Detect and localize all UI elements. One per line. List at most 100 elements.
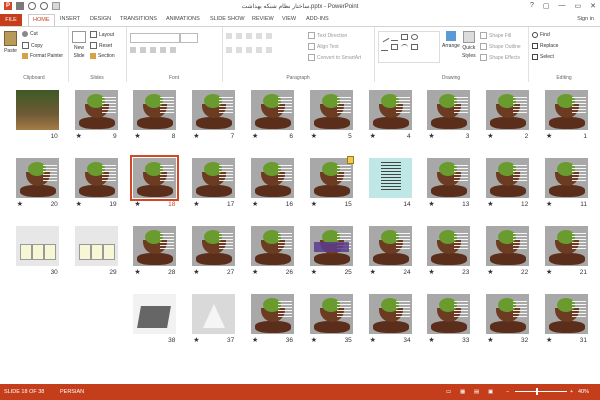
layout-button[interactable]: Layout <box>90 31 114 38</box>
slide-thumbnail[interactable]: ★ 28 <box>133 226 177 276</box>
zoom-slider[interactable] <box>515 388 567 395</box>
animation-star-icon[interactable]: ★ <box>193 132 199 140</box>
close-button[interactable]: ✕ <box>590 2 596 10</box>
bold-icon[interactable] <box>130 47 136 53</box>
increase-indent-icon[interactable] <box>256 33 262 39</box>
slide-thumbnail[interactable]: ★ 23 <box>427 226 471 276</box>
help-icon[interactable]: ? <box>530 2 534 10</box>
animation-star-icon[interactable]: ★ <box>252 336 258 344</box>
animation-star-icon[interactable]: ★ <box>311 336 317 344</box>
normal-view-icon[interactable]: ▭ <box>446 389 451 395</box>
animation-star-icon[interactable]: ★ <box>546 132 552 140</box>
slide-thumbnail[interactable]: ★ 13 <box>427 158 471 208</box>
slide-thumbnail[interactable]: ★ 2 <box>486 90 530 140</box>
find-button[interactable]: Find <box>532 32 550 38</box>
animation-star-icon[interactable]: ★ <box>428 336 434 344</box>
triangle-shape-icon[interactable] <box>381 44 388 51</box>
slide-thumbnail[interactable]: ★ 12 <box>486 158 530 208</box>
animation-star-icon[interactable]: ★ <box>487 132 493 140</box>
slide-thumbnail[interactable]: ★ 6 <box>251 90 294 140</box>
align-right-icon[interactable] <box>246 47 252 53</box>
new-slide-button[interactable]: New Slide <box>72 31 86 59</box>
select-button[interactable]: Select <box>532 54 554 60</box>
animation-star-icon[interactable]: ★ <box>134 132 140 140</box>
slide-sorter-view-icon[interactable]: ▦ <box>460 389 465 395</box>
font-color-icon[interactable] <box>170 47 176 53</box>
tab-animations[interactable]: ANIMATIONS <box>166 16 200 22</box>
arrange-button[interactable]: Arrange <box>442 31 460 49</box>
tab-add-ins[interactable]: ADD-INS <box>306 16 329 22</box>
section-button[interactable]: Section <box>90 53 115 59</box>
animation-star-icon[interactable]: ★ <box>546 268 552 276</box>
animation-star-icon[interactable]: ★ <box>134 268 140 276</box>
block-arrow-shape-icon[interactable] <box>391 44 398 50</box>
slide-thumbnail[interactable]: ★ 3 <box>427 90 471 140</box>
align-text-button[interactable]: Align Text <box>308 43 339 50</box>
slide-thumbnail[interactable]: ★ 20 <box>15 158 59 208</box>
shape-fill-button[interactable]: Shape Fill <box>480 32 511 39</box>
animation-star-icon[interactable]: ★ <box>76 132 82 140</box>
slide-thumbnail[interactable]: ★ 7 <box>192 90 236 140</box>
slide-thumbnail[interactable]: ★ 34 <box>368 294 412 344</box>
slide-thumbnail[interactable]: ★ 35 <box>309 294 353 344</box>
shape-outline-button[interactable]: Shape Outline <box>480 43 521 50</box>
bullets-icon[interactable] <box>226 33 232 39</box>
slide-thumbnail[interactable]: ★ 9 <box>74 90 118 140</box>
tab-review[interactable]: REVIEW <box>252 16 274 22</box>
animation-star-icon[interactable]: ★ <box>17 200 23 208</box>
animation-star-icon[interactable]: ★ <box>311 132 317 140</box>
animation-star-icon[interactable]: ★ <box>428 132 434 140</box>
align-center-icon[interactable] <box>236 47 242 53</box>
language-indicator[interactable]: PERSIAN <box>60 389 84 395</box>
animation-star-icon[interactable]: ★ <box>370 132 376 140</box>
slide-thumbnail[interactable]: ★ 24 <box>368 226 412 276</box>
format-painter-button[interactable]: Format Painter <box>22 53 63 59</box>
animation-star-icon[interactable]: ★ <box>370 336 376 344</box>
animation-star-icon[interactable]: ★ <box>252 200 258 208</box>
animation-star-icon[interactable]: ★ <box>193 200 199 208</box>
tab-transitions[interactable]: TRANSITIONS <box>120 16 157 22</box>
zoom-out-button[interactable]: − <box>506 389 509 395</box>
slide-thumbnail[interactable]: 38 <box>133 294 177 344</box>
slide-thumbnail[interactable]: ★ 32 <box>486 294 530 344</box>
quick-styles-button[interactable]: Quick Styles <box>462 31 476 59</box>
animation-star-icon[interactable]: ★ <box>193 336 199 344</box>
slide-thumbnail[interactable]: 10 <box>15 90 59 140</box>
slide-thumbnail[interactable]: ★ 33 <box>427 294 471 344</box>
star-shape-icon[interactable] <box>411 44 418 50</box>
reset-button[interactable]: Reset <box>90 42 112 49</box>
slideshow-view-icon[interactable]: ▣ <box>488 389 493 395</box>
animation-star-icon[interactable]: ★ <box>193 268 199 276</box>
slide-thumbnail[interactable]: ★ 11 <box>545 158 588 208</box>
italic-icon[interactable] <box>140 47 146 53</box>
tab-insert[interactable]: INSERT <box>60 16 80 22</box>
reading-view-icon[interactable]: ▤ <box>474 389 479 395</box>
animation-star-icon[interactable]: ★ <box>311 200 317 208</box>
slide-thumbnail[interactable]: ★ 16 <box>251 158 294 208</box>
slide-thumbnail[interactable]: ★ 1 <box>545 90 588 140</box>
slide-thumbnail[interactable]: ★ 18 <box>130 155 180 208</box>
animation-star-icon[interactable]: ★ <box>487 336 493 344</box>
animation-star-icon[interactable]: ★ <box>428 200 434 208</box>
ribbon-display-icon[interactable]: ▢ <box>543 2 550 10</box>
text-direction-button[interactable]: Text Direction <box>308 32 347 39</box>
replace-button[interactable]: Replace <box>532 43 558 49</box>
animation-star-icon[interactable]: ★ <box>428 268 434 276</box>
line-shape-icon[interactable] <box>379 32 390 43</box>
decrease-indent-icon[interactable] <box>246 33 252 39</box>
slide-thumbnail[interactable]: ★ 17 <box>192 158 236 208</box>
animation-star-icon[interactable]: ★ <box>252 132 258 140</box>
rectangle-shape-icon[interactable] <box>401 34 408 40</box>
font-size-combobox[interactable] <box>180 33 198 43</box>
zoom-percent[interactable]: 40% <box>578 389 589 395</box>
slide-thumbnail[interactable]: ★ 26 <box>251 226 294 276</box>
paste-button[interactable]: Paste <box>4 31 17 54</box>
justify-icon[interactable] <box>256 47 262 53</box>
slide-thumbnail[interactable]: ★ 27 <box>192 226 236 276</box>
font-name-combobox[interactable] <box>130 33 180 43</box>
slide-thumbnail[interactable]: 29 <box>74 226 118 276</box>
strikethrough-icon[interactable] <box>160 47 166 53</box>
shapes-gallery[interactable] <box>378 31 440 63</box>
slide-thumbnail[interactable]: ★ 37 <box>192 294 236 344</box>
animation-star-icon[interactable]: ★ <box>76 200 82 208</box>
